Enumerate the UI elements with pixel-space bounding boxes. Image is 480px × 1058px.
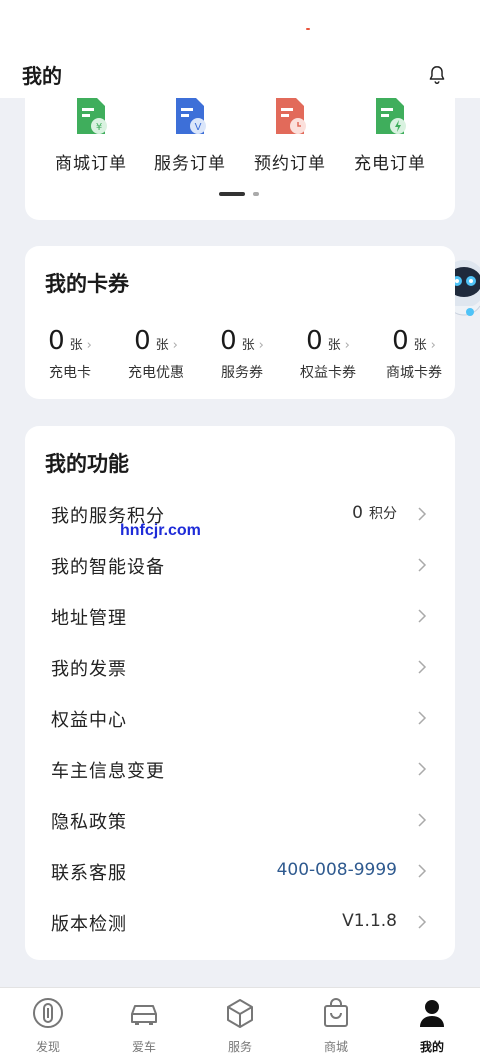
points-unit: 积分	[369, 506, 397, 522]
tab-label: 服务	[227, 1040, 252, 1054]
coupon-item-charging-card[interactable]: 0 张 › 充电卡	[27, 326, 113, 382]
order-appointment[interactable]: 预约订单	[240, 96, 340, 174]
coupon-label: 充电优惠	[128, 365, 184, 381]
coupon-label: 服务券	[221, 365, 263, 381]
menu-item-version-check[interactable]: 版本检测 V1.1.8	[25, 896, 455, 947]
coupon-unit: 张	[69, 338, 83, 353]
coupon-label: 权益卡券	[300, 365, 356, 381]
menu-item-service-points[interactable]: 我的服务积分 0 积分	[25, 488, 455, 539]
chevron-right-icon: ›	[258, 338, 264, 353]
menu-item-label: 版本检测	[51, 914, 127, 935]
order-charging[interactable]: 充电订单	[340, 96, 440, 174]
shopping-bag-icon	[324, 998, 348, 1027]
menu-item-invoice[interactable]: 我的发票	[25, 641, 455, 692]
menu-item-label: 地址管理	[51, 608, 127, 629]
coupon-item-service[interactable]: 0 张 › 服务券	[199, 326, 285, 382]
tab-label: 商城	[323, 1040, 348, 1054]
hotline-number: 400-008-9999	[276, 860, 397, 880]
menu-item-address[interactable]: 地址管理	[25, 590, 455, 641]
menu-item-benefit-center[interactable]: 权益中心	[25, 692, 455, 743]
coupon-label: 充电卡	[49, 365, 91, 381]
tab-label: 发现	[35, 1040, 60, 1054]
notification-bell-icon[interactable]	[426, 64, 448, 86]
order-label: 预约订单	[254, 154, 326, 174]
functions-card: 我的功能 我的服务积分 0 积分 我的智能设备 地址管理 我的发票 权益中心 车主…	[25, 426, 455, 960]
chevron-right-icon	[418, 558, 427, 572]
menu-item-label: 车主信息变更	[51, 761, 165, 782]
chevron-right-icon: ›	[172, 338, 178, 353]
coupon-item-benefit[interactable]: 0 张 › 权益卡券	[285, 326, 371, 382]
svg-text:¥: ¥	[96, 122, 102, 133]
tab-mall[interactable]: 商城	[288, 996, 384, 1055]
tab-label: 爱车	[131, 1040, 156, 1054]
discover-icon	[33, 998, 63, 1028]
pager-dot-active	[219, 192, 245, 196]
points-value: 0 积分	[352, 503, 397, 523]
menu-item-label: 权益中心	[51, 710, 127, 731]
menu-item-label: 我的发票	[51, 659, 127, 680]
mall-order-icon: ¥	[77, 98, 107, 134]
tab-service[interactable]: 服务	[192, 996, 288, 1055]
order-mall[interactable]: ¥ 商城订单	[41, 96, 141, 174]
charging-order-icon	[376, 98, 406, 134]
chevron-right-icon	[418, 915, 427, 929]
coupon-unit: 张	[155, 338, 169, 353]
chevron-right-icon	[418, 660, 427, 674]
points-count: 0	[352, 503, 363, 523]
menu-item-label: 隐私政策	[51, 812, 127, 833]
tab-label: 我的	[419, 1040, 444, 1054]
watermark-text: hnfcjr.com	[120, 522, 201, 539]
chevron-right-icon	[418, 864, 427, 878]
coupon-count: 0	[134, 326, 151, 356]
order-label: 充电订单	[354, 154, 426, 174]
menu-item-customer-service[interactable]: 联系客服 400-008-9999	[25, 845, 455, 896]
coupon-count: 0	[220, 326, 237, 356]
order-service[interactable]: V 服务订单	[140, 96, 240, 174]
chevron-right-icon	[418, 813, 427, 827]
person-icon	[420, 1000, 444, 1027]
coupons-title: 我的卡券	[45, 272, 129, 296]
chevron-right-icon	[418, 711, 427, 725]
coupon-item-mall[interactable]: 0 张 › 商城卡券	[371, 326, 457, 382]
appointment-order-icon	[276, 98, 306, 134]
chevron-right-icon	[418, 609, 427, 623]
coupon-count: 0	[48, 326, 65, 356]
pager-dot[interactable]	[253, 192, 259, 196]
page-title: 我的	[22, 64, 62, 88]
functions-title: 我的功能	[45, 452, 129, 476]
service-cube-icon	[227, 999, 253, 1028]
coupon-unit: 张	[413, 338, 427, 353]
tab-car[interactable]: 爱车	[96, 996, 192, 1055]
order-label: 商城订单	[55, 154, 127, 174]
orders-card: ¥ 商城订单 V 服务订单 预约订单 充电订单	[25, 90, 455, 220]
tab-mine[interactable]: 我的	[384, 996, 480, 1055]
status-dot	[306, 28, 310, 30]
chevron-right-icon	[418, 507, 427, 521]
bottom-tab-bar: 发现 爱车 服务 商城 我的	[0, 987, 480, 1058]
coupon-count: 0	[392, 326, 409, 356]
coupon-count: 0	[306, 326, 323, 356]
coupon-item-charging-discount[interactable]: 0 张 › 充电优惠	[113, 326, 199, 382]
car-icon	[131, 1005, 157, 1025]
top-header: 我的	[0, 0, 480, 98]
chevron-right-icon: ›	[430, 338, 436, 353]
chevron-right-icon	[418, 762, 427, 776]
menu-item-label: 联系客服	[51, 863, 127, 884]
order-label: 服务订单	[154, 154, 226, 174]
menu-item-label: 我的智能设备	[51, 557, 165, 578]
menu-item-privacy[interactable]: 隐私政策	[25, 794, 455, 845]
chevron-right-icon: ›	[86, 338, 92, 353]
menu-item-owner-info[interactable]: 车主信息变更	[25, 743, 455, 794]
svg-text:V: V	[195, 122, 202, 133]
menu-item-smart-devices[interactable]: 我的智能设备	[25, 539, 455, 590]
chevron-right-icon: ›	[344, 338, 350, 353]
coupons-card: 我的卡券 0 张 › 充电卡 0 张 › 充电优惠 0 张 › 服务券 0 张 › 权益卡券 0…	[25, 246, 455, 399]
coupon-unit: 张	[241, 338, 255, 353]
service-order-icon: V	[176, 98, 206, 134]
version-value: V1.1.8	[342, 911, 397, 931]
tab-discover[interactable]: 发现	[0, 996, 96, 1055]
coupon-unit: 张	[327, 338, 341, 353]
coupon-label: 商城卡券	[386, 365, 442, 381]
